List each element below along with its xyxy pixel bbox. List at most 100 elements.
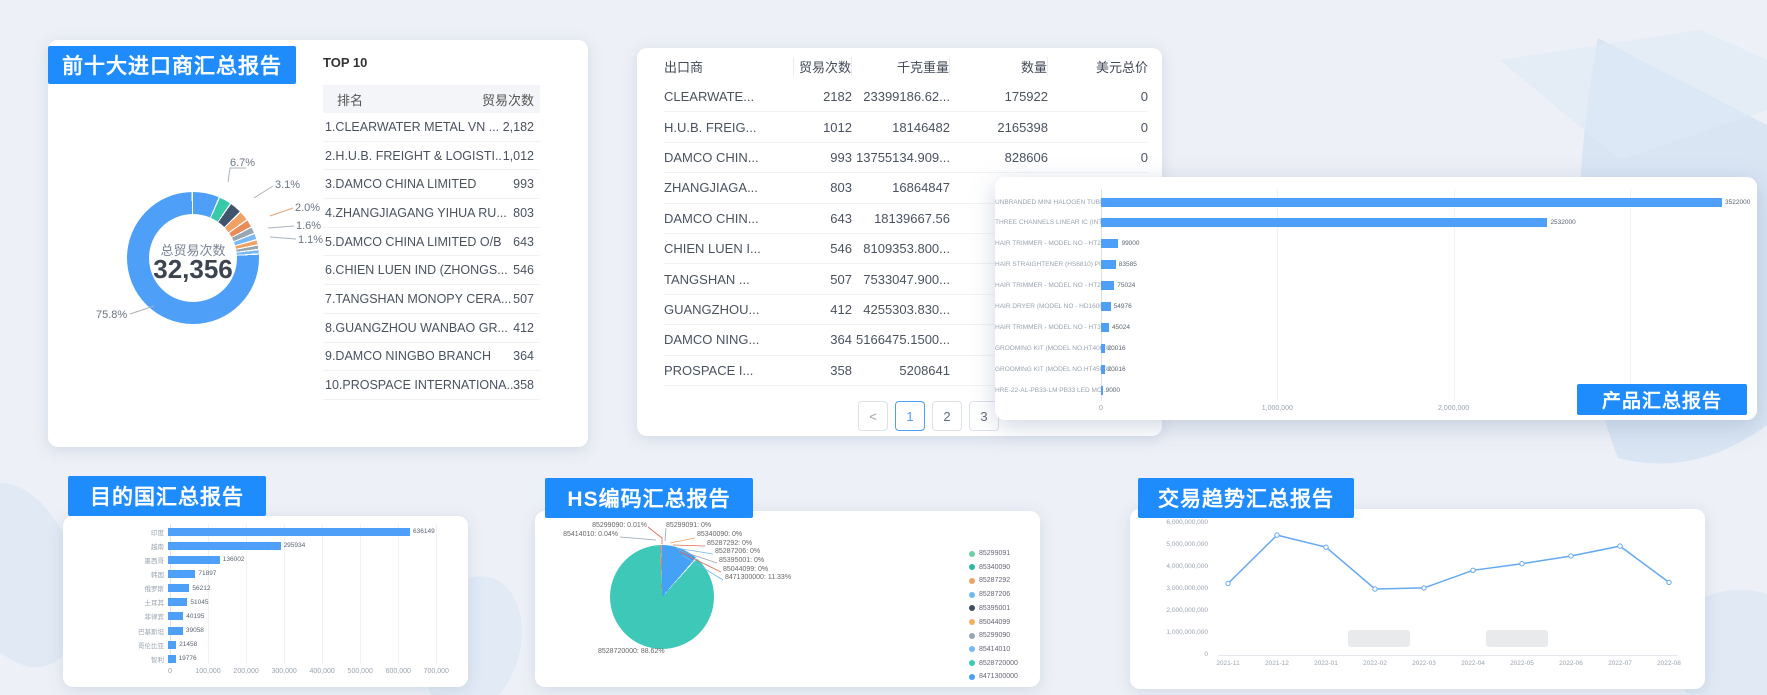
top10-company: 9.DAMCO NINGBO BRANCH bbox=[323, 349, 513, 363]
y-axis-tick: 4,000,000,000 bbox=[1138, 563, 1208, 570]
top10-trade-count: 364 bbox=[513, 349, 540, 363]
x-axis-tick: 1,000,000 bbox=[1247, 405, 1307, 412]
bar bbox=[168, 641, 176, 649]
bar bbox=[1101, 323, 1109, 332]
legend-label: 85299090 bbox=[979, 632, 1010, 639]
pie-callout-label: 85299090: 0.01% bbox=[592, 522, 647, 529]
bar-row: 菲律宾40195 bbox=[63, 612, 468, 621]
donut-callout-4: 1.6% bbox=[296, 220, 321, 232]
legend-label: 85287206 bbox=[979, 591, 1010, 598]
top10-col-count: 贸易次数 bbox=[482, 90, 540, 109]
bar-value-label: 136002 bbox=[223, 556, 245, 563]
bar-value-label: 54976 bbox=[1114, 303, 1132, 310]
legend-label: 85414010 bbox=[979, 646, 1010, 653]
bar bbox=[1101, 198, 1722, 207]
dashboard-canvas: 前十大进口商汇总报告 总贸易次数 32,356 6.7% 3.1% 2.0% 1… bbox=[0, 0, 1767, 695]
bar-row: 土耳其51045 bbox=[63, 598, 468, 607]
hs-codes-panel: 85299090: 0.01%85299091: 0%85414010: 0.0… bbox=[535, 511, 1040, 687]
top10-company: 8.GUANGZHOU WANBAO GR... bbox=[323, 321, 513, 335]
bar-category-label: HAIR TRIMMER - MODEL NO - HT20... bbox=[995, 282, 1095, 289]
top10-row: 7.TANGSHAN MONOPY CERA...507 bbox=[323, 285, 540, 314]
hs-pie-chart[interactable] bbox=[610, 545, 714, 649]
bar-row: 韩国71897 bbox=[63, 569, 468, 578]
cell-exporter: DAMCO CHIN... bbox=[664, 211, 794, 226]
cell-exporter: PROSPACE I... bbox=[664, 363, 794, 378]
donut-center-value: 32,356 bbox=[123, 254, 263, 285]
cell-quantity: 175922 bbox=[950, 89, 1048, 104]
pagination-page-1[interactable]: 1 bbox=[895, 401, 925, 431]
top10-trade-count: 643 bbox=[513, 235, 540, 249]
top10-row: 4.ZHANGJIAGANG YIHUA RU...803 bbox=[323, 199, 540, 228]
x-axis-tick: 700,000 bbox=[406, 668, 466, 675]
legend-label: 85395001 bbox=[979, 605, 1010, 612]
trend-line-chart[interactable]: 6,000,000,0005,000,000,0004,000,000,0003… bbox=[1130, 509, 1705, 689]
legend-label: 85340090 bbox=[979, 564, 1010, 571]
legend-label: 85287292 bbox=[979, 577, 1010, 584]
bar-row: HAIR TRIMMER - MODEL NO - HT35...45024 bbox=[995, 322, 1757, 332]
bar bbox=[1101, 344, 1105, 353]
y-axis-tick: 0 bbox=[1138, 651, 1208, 658]
bar-category-label: UNBRANDED MINI HALOGEN TUBE 50... bbox=[995, 199, 1095, 206]
bar-value-label: 20016 bbox=[1108, 366, 1126, 373]
bar-category-label: GROOMING KIT (MODEL NO.HT4500K... bbox=[995, 366, 1095, 373]
legend-item-85299091[interactable]: 85299091 bbox=[969, 550, 1010, 557]
bar-value-label: 21458 bbox=[179, 641, 197, 648]
bar-value-label: 39058 bbox=[186, 627, 204, 634]
top10-row: 3.DAMCO CHINA LIMITED993 bbox=[323, 170, 540, 199]
legend-dot bbox=[969, 564, 975, 570]
cell-kg-weight: 18139667.56 bbox=[852, 211, 950, 226]
legend-item-85287292[interactable]: 85287292 bbox=[969, 577, 1010, 584]
cell-trade-count: 546 bbox=[794, 241, 852, 256]
bar-category-label: 巴基斯坦 bbox=[63, 626, 164, 636]
top10-trade-count: 993 bbox=[513, 177, 540, 191]
top10-trade-count: 2,182 bbox=[503, 120, 540, 134]
legend-item-85395001[interactable]: 85395001 bbox=[969, 605, 1010, 612]
legend-item-8528720000[interactable]: 8528720000 bbox=[969, 660, 1018, 667]
legend-item-85340090[interactable]: 85340090 bbox=[969, 564, 1010, 571]
top10-col-rank: 排名 bbox=[323, 90, 482, 109]
top10-table-body: 1.CLEARWATER METAL VN ...2,1822.H.U.B. F… bbox=[323, 113, 540, 400]
legend-item-85414010[interactable]: 85414010 bbox=[969, 646, 1010, 653]
top10-row: 9.DAMCO NINGBO BRANCH364 bbox=[323, 343, 540, 372]
bar-category-label: 墨西哥 bbox=[63, 555, 164, 565]
pie-callout-label: 8471300000: 11.33% bbox=[725, 574, 791, 581]
bar-value-label: 2532000 bbox=[1550, 219, 1575, 226]
cell-exporter: DAMCO NING... bbox=[664, 332, 794, 347]
cell-trade-count: 2182 bbox=[794, 89, 852, 104]
bar-value-label: 19776 bbox=[179, 655, 197, 662]
legend-label: 8528720000 bbox=[979, 660, 1018, 667]
hs-codes-panel-title: HS编码汇总报告 bbox=[545, 478, 753, 518]
legend-item-8471300000[interactable]: 8471300000 bbox=[969, 673, 1018, 680]
cell-quantity: 2165398 bbox=[950, 120, 1048, 135]
cell-kg-weight: 5166475.1500... bbox=[852, 332, 950, 347]
pagination-prev-button[interactable]: < bbox=[858, 401, 888, 431]
pie-callout-label: 85299091: 0% bbox=[666, 522, 711, 529]
legend-item-85287206[interactable]: 85287206 bbox=[969, 591, 1010, 598]
cell-trade-count: 507 bbox=[794, 272, 852, 287]
col-trade-count: 贸易次数 bbox=[794, 57, 852, 76]
pie-callout-label: 85287206: 0% bbox=[715, 548, 760, 555]
bar-value-label: 51045 bbox=[190, 599, 208, 606]
top10-heading: TOP 10 bbox=[323, 55, 367, 70]
top10-company: 1.CLEARWATER METAL VN ... bbox=[323, 120, 503, 134]
bar-category-label: 菲律宾 bbox=[63, 611, 164, 621]
pagination-page-2[interactable]: 2 bbox=[932, 401, 962, 431]
cell-kg-weight: 8109353.800... bbox=[852, 241, 950, 256]
legend-item-85044099[interactable]: 85044099 bbox=[969, 619, 1010, 626]
exporters-table-header: 出口商 贸易次数 千克重量 数量 美元总价 bbox=[637, 52, 1148, 80]
cell-exporter: CHIEN LUEN I... bbox=[664, 241, 794, 256]
col-usd-total: 美元总价 bbox=[1048, 57, 1148, 76]
cell-quantity: 828606 bbox=[950, 150, 1048, 165]
cell-kg-weight: 7533047.900... bbox=[852, 272, 950, 287]
legend-item-85299090[interactable]: 85299090 bbox=[969, 632, 1010, 639]
exporter-row: DAMCO CHIN...99313755134.909...8286060 bbox=[664, 143, 1148, 173]
cell-usd-total: 0 bbox=[1048, 120, 1148, 135]
pie-callout-label: 8528720000: 88.62% bbox=[598, 648, 665, 655]
destinations-bar-chart[interactable]: 0100,000200,000300,000400,000500,000600,… bbox=[63, 516, 468, 687]
top10-company: 5.DAMCO CHINA LIMITED O/B bbox=[323, 235, 513, 249]
bar bbox=[168, 598, 187, 606]
top10-company: 7.TANGSHAN MONOPY CERA... bbox=[323, 292, 513, 306]
bar bbox=[1101, 302, 1111, 311]
bar-row: 智利19776 bbox=[63, 654, 468, 663]
bar-row: HAIR TRIMMER - MODEL NO - HT20...99000 bbox=[995, 239, 1757, 249]
